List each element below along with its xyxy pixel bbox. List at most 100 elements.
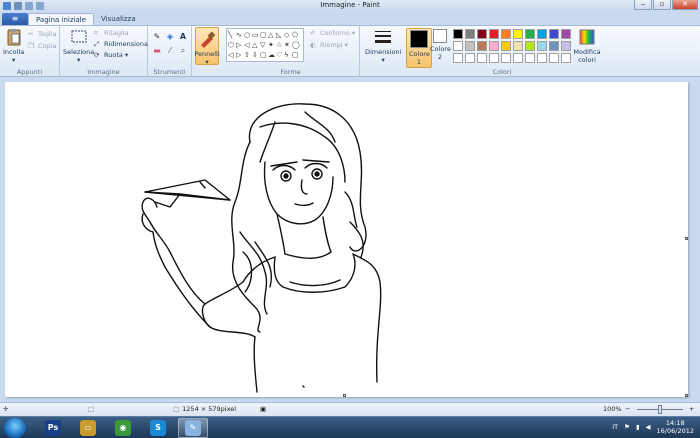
select-button[interactable]: Seleziona ▾: [63, 28, 94, 64]
shape-option[interactable]: ◁: [228, 50, 236, 60]
cut-button[interactable]: ✂ Taglia: [28, 30, 57, 38]
zoom-in-button[interactable]: +: [689, 405, 694, 413]
palette-swatch[interactable]: [513, 53, 523, 63]
shape-option[interactable]: ▢: [260, 50, 268, 60]
tab-view[interactable]: Visualizza: [94, 13, 142, 25]
magnifier-icon[interactable]: ⌕: [178, 46, 188, 56]
outline-button[interactable]: ✐ Contorno ▾: [310, 29, 355, 37]
edit-colors-button[interactable]: Modifica colori: [572, 28, 602, 64]
palette-swatch[interactable]: [489, 53, 499, 63]
palette-swatch[interactable]: [489, 29, 499, 39]
palette-swatch[interactable]: [537, 41, 547, 51]
shapes-gallery[interactable]: ╲ ∿ ○ ▭ ▢ △ ◺ ◇ ⬠ ⬡ ▷ ◁ △ ▽ ✦ ☆ ✶ ◯ ◁ ▷ ⇧ ⇩ ▢ ☁ ♡ ϟ ▢: [226, 28, 304, 62]
palette-swatch[interactable]: [477, 41, 487, 51]
eraser-icon[interactable]: ▬: [152, 46, 162, 56]
shape-option[interactable]: ☁: [268, 50, 276, 60]
taskbar-app-button[interactable]: ◉: [108, 418, 138, 438]
flag-icon[interactable]: ⚑: [624, 423, 630, 431]
shape-option[interactable]: ⇧: [244, 50, 252, 60]
palette-swatch[interactable]: [489, 41, 499, 51]
minimize-button[interactable]: ‒: [634, 0, 652, 10]
shape-option[interactable]: ♡: [276, 50, 284, 60]
canvas-resize-handle-bottom[interactable]: [343, 394, 346, 397]
color-picker-icon[interactable]: ⁄: [165, 46, 175, 56]
close-button[interactable]: ✕: [672, 0, 698, 10]
shape-option[interactable]: △: [252, 40, 260, 50]
fill-button[interactable]: ◐ Riempi ▾: [310, 41, 348, 49]
fill-bucket-icon[interactable]: ◈: [165, 32, 175, 42]
maximize-button[interactable]: ▫: [653, 0, 671, 10]
palette-swatch[interactable]: [549, 53, 559, 63]
palette-swatch[interactable]: [549, 41, 559, 51]
shape-option[interactable]: ◁: [244, 40, 252, 50]
pencil-icon[interactable]: ✎: [152, 32, 162, 42]
shape-option[interactable]: ▷: [236, 40, 244, 50]
palette-swatch[interactable]: [561, 41, 571, 51]
palette-swatch[interactable]: [537, 29, 547, 39]
brushes-button[interactable]: Pennelli ▾: [194, 27, 220, 66]
palette-swatch[interactable]: [561, 53, 571, 63]
palette-swatch[interactable]: [501, 53, 511, 63]
shape-option[interactable]: ◯: [292, 40, 300, 50]
palette-swatch[interactable]: [477, 29, 487, 39]
shape-option[interactable]: ◇: [284, 30, 292, 40]
taskbar-app-button[interactable]: ✎: [178, 418, 208, 438]
text-tool-icon[interactable]: A: [178, 32, 188, 42]
shape-option[interactable]: ⬡: [228, 40, 236, 50]
language-indicator[interactable]: IT: [612, 423, 618, 431]
drawing-canvas[interactable]: [5, 82, 688, 397]
shape-option[interactable]: ▷: [236, 50, 244, 60]
resize-button[interactable]: ⤢ Ridimensiona: [94, 40, 148, 48]
palette-swatch[interactable]: [477, 53, 487, 63]
palette-swatch[interactable]: [525, 41, 535, 51]
shape-option[interactable]: ⬠: [292, 30, 300, 40]
rotate-button[interactable]: ⟳ Ruota ▾: [94, 51, 128, 59]
copy-button[interactable]: ❐ Copia: [28, 42, 56, 50]
shape-option[interactable]: ╲: [228, 30, 236, 40]
palette-swatch[interactable]: [465, 29, 475, 39]
canvas-resize-handle-right[interactable]: [685, 237, 688, 240]
volume-icon[interactable]: ◀: [646, 423, 651, 431]
taskbar-app-button[interactable]: ▭: [73, 418, 103, 438]
shape-option[interactable]: △: [268, 30, 276, 40]
shape-option[interactable]: ▢: [292, 50, 300, 60]
paste-button[interactable]: Incolla ▾: [3, 28, 24, 64]
shape-option[interactable]: ✶: [284, 40, 292, 50]
tab-home[interactable]: Pagina iniziale: [28, 13, 95, 25]
taskbar-app-button[interactable]: Ps: [38, 418, 68, 438]
palette-swatch[interactable]: [453, 29, 463, 39]
network-icon[interactable]: ▮: [636, 423, 640, 431]
crop-button[interactable]: ⌗ Ritaglia: [94, 29, 129, 37]
palette-swatch[interactable]: [549, 29, 559, 39]
taskbar-app-button[interactable]: S: [143, 418, 173, 438]
shape-option[interactable]: ▽: [260, 40, 268, 50]
palette-swatch[interactable]: [561, 29, 571, 39]
palette-swatch[interactable]: [513, 29, 523, 39]
shape-option[interactable]: ✦: [268, 40, 276, 50]
palette-swatch[interactable]: [501, 29, 511, 39]
shape-option[interactable]: ⇩: [252, 50, 260, 60]
start-button[interactable]: [4, 418, 26, 438]
palette-swatch[interactable]: [453, 41, 463, 51]
shape-option[interactable]: ◺: [276, 30, 284, 40]
shape-option[interactable]: ☆: [276, 40, 284, 50]
size-button[interactable]: Dimensioni ▾: [365, 28, 401, 64]
shape-option[interactable]: ▢: [260, 30, 268, 40]
shape-option[interactable]: ϟ: [284, 50, 292, 60]
palette-swatch[interactable]: [465, 41, 475, 51]
palette-swatch[interactable]: [501, 41, 511, 51]
zoom-out-button[interactable]: −: [625, 405, 630, 413]
zoom-slider-thumb[interactable]: [658, 405, 662, 414]
shape-option[interactable]: ∿: [236, 30, 244, 40]
clock[interactable]: 14:18 16/06/2012: [657, 419, 694, 435]
palette-swatch[interactable]: [525, 53, 535, 63]
canvas-resize-handle-corner[interactable]: [685, 394, 688, 397]
palette-swatch[interactable]: [453, 53, 463, 63]
palette-swatch[interactable]: [513, 41, 523, 51]
file-menu-button[interactable]: ≡: [2, 13, 28, 25]
shape-option[interactable]: ○: [244, 30, 252, 40]
shape-option[interactable]: ▭: [252, 30, 260, 40]
palette-swatch[interactable]: [537, 53, 547, 63]
color2-button[interactable]: Colore 2: [430, 29, 451, 61]
color1-button[interactable]: Colore 1: [406, 28, 432, 68]
